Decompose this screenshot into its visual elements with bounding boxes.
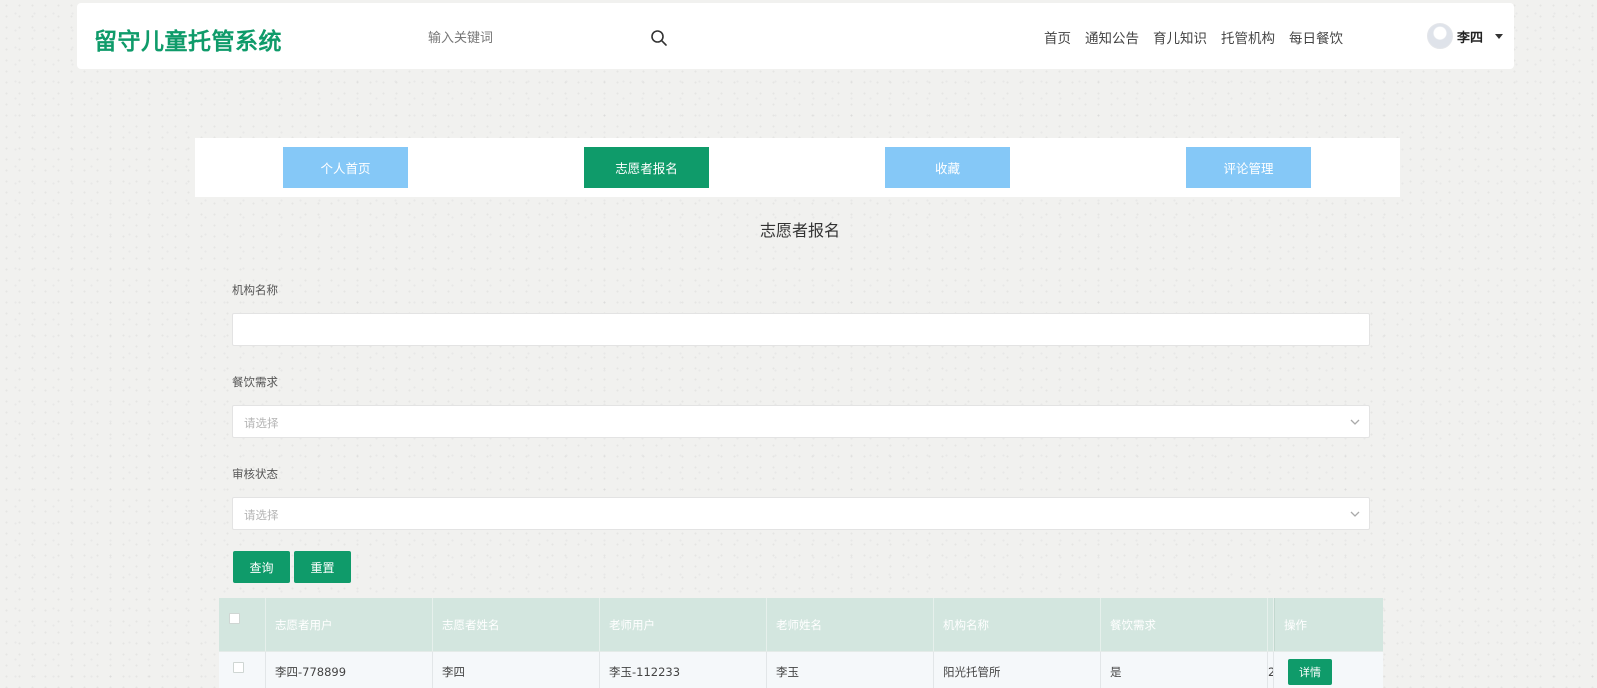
chevron-down-icon	[1350, 419, 1360, 425]
tab-personal-home[interactable]: 个人首页	[283, 147, 408, 188]
nav-item-notices[interactable]: 通知公告	[1085, 27, 1139, 47]
nav-item-home[interactable]: 首页	[1044, 27, 1071, 47]
table-row: 李四-778899 李四 李玉-112233 李玉 阳光托管所 是 2 详情	[219, 651, 1383, 688]
org-name-field	[232, 313, 1370, 346]
review-status-label: 审核状态	[232, 467, 278, 481]
nav-item-daily-meals[interactable]: 每日餐饮	[1289, 27, 1343, 47]
table-cell: 李玉-112233	[600, 652, 767, 688]
user-menu[interactable]: 李四	[1427, 23, 1504, 49]
review-status-select[interactable]: 请选择	[232, 497, 1370, 530]
org-name-label: 机构名称	[232, 283, 278, 297]
table-header: 志愿者用户 志愿者姓名 老师用户 老师姓名 机构名称 餐饮需求 操作	[219, 598, 1383, 651]
volunteer-table: 志愿者用户 志愿者姓名 老师用户 老师姓名 机构名称 餐饮需求 操作 李四-77…	[219, 598, 1383, 688]
tab-comment-management[interactable]: 评论管理	[1186, 147, 1311, 188]
table-cell: 李玉	[767, 652, 934, 688]
table-cell: 是	[1101, 652, 1268, 688]
meal-need-select[interactable]: 请选择	[232, 405, 1370, 438]
meal-need-placeholder: 请选择	[244, 416, 279, 430]
table-cell: 李四	[433, 652, 600, 688]
actions-cell: 详情	[1274, 652, 1383, 688]
nav-item-parenting[interactable]: 育儿知识	[1153, 27, 1207, 47]
column-header: 老师用户	[600, 598, 767, 651]
column-header: 机构名称	[934, 598, 1101, 651]
main-nav: 首页 通知公告 育儿知识 托管机构 每日餐饮	[1044, 27, 1343, 47]
column-header: 餐饮需求	[1101, 598, 1268, 651]
table-cell: 阳光托管所	[934, 652, 1101, 688]
top-header: 留守儿童托管系统 首页 通知公告 育儿知识 托管机构 每日餐饮 李四	[77, 3, 1514, 69]
column-header: 老师姓名	[767, 598, 934, 651]
avatar	[1427, 23, 1453, 49]
caret-down-icon	[1495, 33, 1504, 39]
page-title: 志愿者报名	[759, 221, 840, 240]
site-logo[interactable]: 留守儿童托管系统	[94, 22, 282, 56]
table-cell: 李四-778899	[266, 652, 433, 688]
review-status-placeholder: 请选择	[244, 508, 279, 522]
tab-volunteer-signup[interactable]: 志愿者报名	[584, 147, 709, 188]
column-header-actions: 操作	[1274, 598, 1383, 651]
query-button[interactable]: 查询	[233, 551, 290, 583]
row-select-cell	[219, 652, 266, 688]
column-header: 志愿者用户	[266, 598, 433, 651]
row-checkbox[interactable]	[233, 662, 244, 673]
column-header: 志愿者姓名	[433, 598, 600, 651]
meal-need-label: 餐饮需求	[232, 375, 278, 389]
user-name: 李四	[1457, 30, 1484, 46]
tab-favorites[interactable]: 收藏	[885, 147, 1010, 188]
reset-button[interactable]: 重置	[294, 551, 351, 583]
nav-item-institutions[interactable]: 托管机构	[1221, 27, 1275, 47]
center-tab-bar: 个人首页 志愿者报名 收藏 评论管理	[195, 138, 1400, 197]
select-all-checkbox[interactable]	[229, 613, 240, 624]
detail-button[interactable]: 详情	[1288, 658, 1332, 685]
chevron-down-icon	[1350, 511, 1360, 517]
org-name-input[interactable]	[233, 314, 1369, 345]
select-all-cell	[219, 598, 266, 651]
search-icon[interactable]	[650, 29, 668, 47]
